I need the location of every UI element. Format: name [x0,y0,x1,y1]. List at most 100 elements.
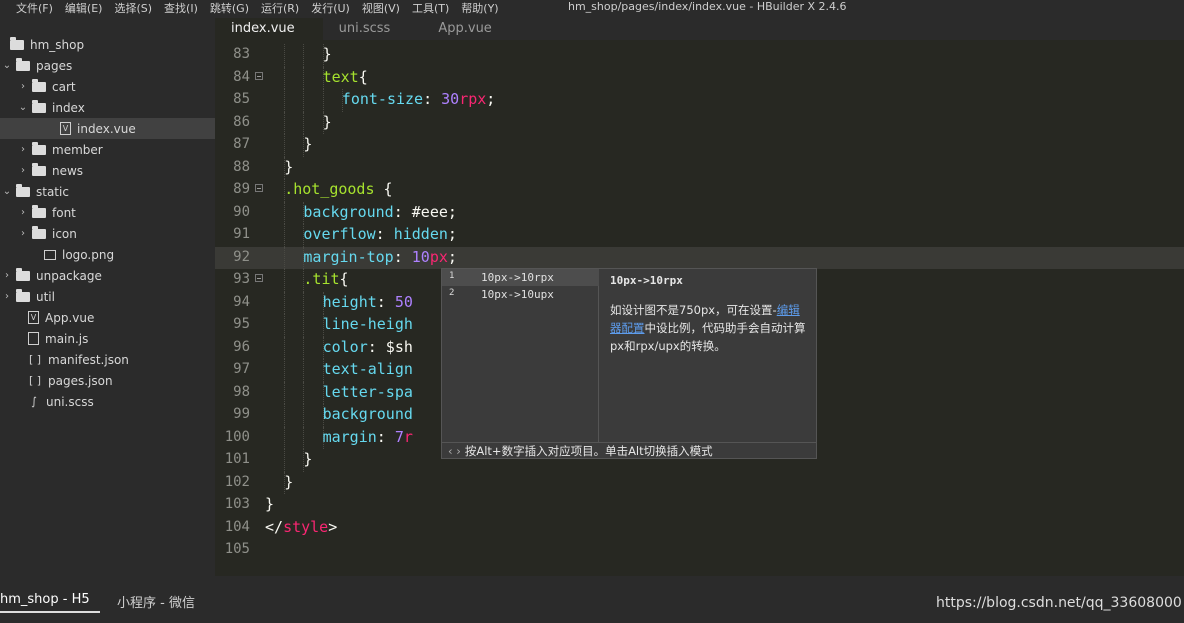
indent-guide [284,426,286,449]
tree-item-pages-json[interactable]: [ ] pages.json [0,370,215,391]
code-line[interactable]: 103} [215,494,1184,517]
chevron-right-icon[interactable]: › [18,81,28,92]
folder-icon [32,141,46,155]
code-text: margin-top: 10px; [303,247,457,266]
tree-item-label: pages.json [48,373,113,388]
menu-item[interactable]: 文件(F) [0,2,59,16]
fold-toggle-icon[interactable] [255,71,263,80]
tree-item-label: hm_shop [30,37,85,52]
code-line[interactable]: 85 font-size: 30rpx; [215,89,1184,112]
tree-item-static[interactable]: ⌄ static [0,181,215,202]
editor-tab[interactable]: uni.scss [323,18,423,40]
menu-item[interactable]: 帮助(Y) [455,2,504,16]
tree-item-label: logo.png [62,247,115,262]
line-number: 98 [233,383,250,400]
menu-item[interactable]: 编辑(E) [59,2,109,16]
indent-guide [284,269,286,292]
tree-item-util[interactable]: › util [0,286,215,307]
code-line[interactable]: 92 margin-top: 10px; [215,246,1184,269]
detail-title: 10px->10rpx [610,274,683,287]
bottom-tab-wechat[interactable]: 小程序 - 微信 [117,592,195,611]
code-text: text{ [322,67,368,86]
tree-item-icon[interactable]: › icon [0,223,215,244]
code-text: color: $sh [322,337,413,356]
folder-open-icon [16,57,30,71]
indent-guide [284,44,286,67]
code-text: } [265,495,275,513]
code-line[interactable]: 105 [215,539,1184,562]
tree-item-label: index.vue [77,121,136,136]
menu-item[interactable]: 工具(T) [406,2,455,16]
detail-body: 如设计图不是750px，可在设置-编辑器配置中设比例，代码助手会自动计算px和r… [610,301,806,355]
menu-item[interactable]: 选择(S) [108,2,158,16]
tree-item-cart[interactable]: › cart [0,76,215,97]
chevron-down-icon[interactable]: ⌄ [2,60,12,71]
nav-arrows-icon[interactable]: ‹ › [448,444,461,458]
menu-item[interactable]: 发行(U) [305,2,356,16]
watermark: https://blog.csdn.net/qq_33608000 [936,595,1182,611]
tree-item-main-js[interactable]: main.js [0,328,215,349]
chevron-right-icon[interactable]: › [18,207,28,218]
code-line[interactable]: 102} [215,471,1184,494]
code-line[interactable]: 89 .hot_goods { [215,179,1184,202]
scss-file-icon: ∫ [31,395,37,408]
line-number: 101 [224,451,250,467]
fold-toggle-icon[interactable] [255,274,263,282]
bottom-tab-h5[interactable]: hm_shop - H5 [0,592,90,607]
tree-item-uni-scss[interactable]: ∫ uni.scss [0,391,215,412]
code-line[interactable]: 83} [215,44,1184,67]
tree-item-font[interactable]: › font [0,202,215,223]
code-line[interactable]: 87} [215,134,1184,157]
tree-item-hm-shop[interactable]: hm_shop [0,34,215,55]
menu-item[interactable]: 视图(V) [356,2,406,16]
autocomplete-list: 1 10px->10rpx 2 10px->10upx [442,269,599,442]
tree-item-member[interactable]: › member [0,139,215,160]
code-line[interactable]: 91 overflow: hidden; [215,224,1184,247]
autocomplete-item[interactable]: 1 10px->10rpx [442,269,599,286]
code-text: margin: 7r [322,427,413,446]
tree-item-app-vue[interactable]: V App.vue [0,307,215,328]
chevron-right-icon[interactable]: › [2,291,12,302]
editor-tab[interactable]: index.vue [215,18,323,40]
autocomplete-item[interactable]: 2 10px->10upx [442,286,599,303]
indent-guide [284,89,286,112]
tree-item-unpackage[interactable]: › unpackage [0,265,215,286]
indent-guide [303,404,305,427]
line-number: 102 [224,473,250,490]
chevron-down-icon[interactable]: ⌄ [2,186,12,197]
chevron-down-icon[interactable]: ⌄ [18,102,28,113]
code-text: } [322,112,332,131]
indent-guide [284,66,286,89]
editor-tabs: index.vue uni.scss App.vue [215,18,1184,40]
code-text: .tit{ [303,270,349,288]
code-line[interactable]: 104 </style> [215,517,1184,540]
chevron-right-icon[interactable]: › [2,270,12,281]
editor-tab[interactable]: App.vue [422,18,523,40]
tree-item-manifest-json[interactable]: [ ] manifest.json [0,349,215,370]
code-text: text-align [322,360,413,378]
chevron-right-icon[interactable]: › [18,144,28,155]
menu-item[interactable]: 查找(I) [158,2,204,16]
indent-guide [303,359,305,382]
autocomplete-popup: 1 10px->10rpx 2 10px->10upx 10px->10rpx … [441,268,817,459]
line-number: 92 [233,248,250,265]
tree-item-logo-png[interactable]: logo.png [0,244,215,265]
tree-item-news[interactable]: › news [0,160,215,181]
code-line[interactable]: 88} [215,156,1184,179]
code-line[interactable]: 86} [215,111,1184,134]
menu-item[interactable]: 跳转(G) [204,2,255,16]
chevron-right-icon[interactable]: › [18,165,28,176]
line-number: 99 [233,406,250,422]
fold-toggle-icon[interactable] [255,184,263,192]
menu-item[interactable]: 运行(R) [255,2,305,16]
tree-item-label: unpackage [36,268,102,283]
code-text: font-size: 30rpx; [341,90,496,108]
chevron-right-icon[interactable]: › [18,228,28,239]
tree-item-pages[interactable]: ⌄ pages [0,55,215,76]
tree-item-index[interactable]: ⌄ index [0,97,215,118]
tree-item-index-vue[interactable]: Vindex.vue [0,118,215,139]
code-line[interactable]: 90 background: #eee; [215,201,1184,224]
code-line[interactable]: 84 text{ [215,66,1184,89]
code-text: background [322,405,413,423]
code-text: </style> [265,517,338,536]
